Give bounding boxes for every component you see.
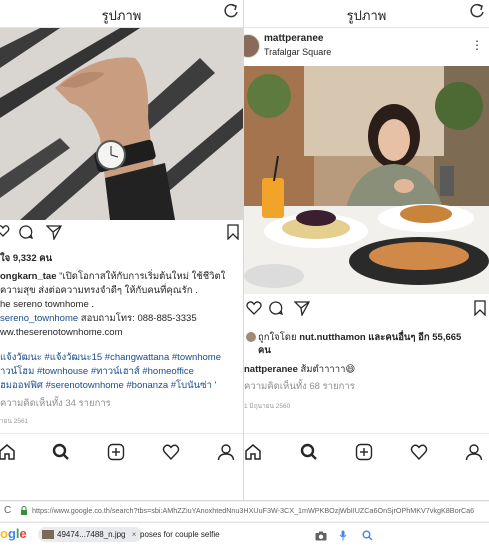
restaurant-photo-illustration	[244, 66, 489, 294]
watch-photo-illustration	[0, 28, 243, 220]
heart-icon[interactable]	[0, 224, 10, 238]
lock-icon	[21, 506, 27, 515]
refresh-icon[interactable]	[469, 3, 485, 19]
left-action-bar	[0, 222, 243, 246]
heart-icon[interactable]	[246, 300, 262, 316]
browser-chrome: C https://www.google.co.th/search?tbs=sb…	[0, 500, 489, 546]
share-icon[interactable]	[294, 300, 310, 316]
post-author-username[interactable]: mattperanee	[264, 33, 323, 44]
left-header: รูปภาพ	[0, 0, 243, 28]
liked-by-line-2: คน	[258, 345, 271, 356]
refresh-icon[interactable]	[223, 3, 239, 19]
liker-avatar[interactable]	[246, 332, 256, 343]
add-post-icon[interactable]	[355, 443, 373, 461]
right-header: รูปภาพ	[244, 0, 489, 28]
activity-heart-icon[interactable]	[162, 443, 180, 461]
hashtag-line-2[interactable]: าวน์โฮม #townhouse #ทาวน์เฮาส์ #homeoffi…	[0, 365, 194, 378]
reload-icon[interactable]: C	[4, 505, 11, 516]
post-date: ายน 2561	[0, 418, 29, 425]
post-location[interactable]: Trafalgar Square	[264, 47, 331, 57]
mic-icon[interactable]	[339, 530, 347, 541]
right-bottom-nav	[244, 433, 489, 472]
add-post-icon[interactable]	[107, 443, 125, 461]
search-image-chip[interactable]: 49474...7488_n.jpg ×	[38, 527, 143, 542]
bookmark-icon[interactable]	[226, 224, 240, 240]
google-search-bar: ogle 49474...7488_n.jpg × poses for coup…	[0, 522, 489, 546]
like-count[interactable]: ใจ 9,332 คน	[0, 252, 52, 265]
activity-heart-icon[interactable]	[410, 443, 428, 461]
camera-icon[interactable]	[315, 531, 327, 541]
chip-close-icon[interactable]: ×	[132, 530, 137, 539]
profile-icon[interactable]	[465, 443, 483, 461]
hashtag-line-3[interactable]: ฮมออฟฟิศ #serenotownhome #bonanza #โบนัน…	[0, 379, 216, 392]
home-icon[interactable]	[0, 443, 16, 461]
caption-line-3: he sereno townhome .	[0, 299, 95, 310]
post-date: 1 มิถุนายน 2560	[244, 403, 291, 410]
comment-icon[interactable]	[18, 224, 34, 240]
right-action-bar	[244, 298, 489, 322]
post-photo-watch	[0, 28, 243, 220]
post-photo-restaurant	[244, 66, 489, 294]
post-author-row: mattperanee Trafalgar Square ⋮	[244, 30, 489, 64]
website-line[interactable]: ww.theserenotownhome.com	[0, 326, 123, 339]
caption-phone-text: สอบถามโทร: 088-885-3335	[78, 313, 197, 324]
home-icon[interactable]	[244, 443, 262, 461]
view-comments-link[interactable]: ความคิดเห็นทั้ง 68 รายการ	[244, 380, 355, 393]
search-tools	[315, 528, 373, 546]
hashtag-line-1[interactable]: แจ้งวัฒนะ #แจ้งวัฒนะ15 #changwattana #to…	[0, 351, 221, 364]
caption-username[interactable]: nattperanee	[244, 364, 298, 375]
google-logo[interactable]: ogle	[0, 526, 27, 541]
caption-username[interactable]: ongkarn_tae	[0, 271, 57, 282]
bookmark-icon[interactable]	[473, 300, 487, 316]
caption-line-2: ความสุข ส่งต่อความทรงจำดีๆ ให้กับคนที่คุ…	[0, 285, 198, 296]
caption-line-1: ongkarn_tae "เปิดโอกาสให้กับการเริ่มต้นใ…	[0, 271, 226, 282]
search-icon[interactable]	[52, 443, 70, 461]
left-post-panel: รูปภาพ ใจ 9,332 คน ongkarn_tae "เปิดโอกา…	[0, 0, 243, 500]
right-caption: nattperanee ส้มตำาาาา😄	[244, 364, 356, 375]
url-text[interactable]: https://www.google.co.th/search?tbs=sbi:…	[32, 506, 474, 515]
search-icon[interactable]	[362, 530, 373, 541]
address-bar[interactable]: C https://www.google.co.th/search?tbs=sb…	[0, 502, 489, 521]
search-query-input[interactable]: poses for couple selfie	[140, 530, 220, 539]
more-options-icon[interactable]: ⋮	[471, 38, 483, 52]
profile-icon[interactable]	[217, 443, 235, 461]
search-icon[interactable]	[300, 443, 318, 461]
liked-by-line: ถูกใจโดย nut.nutthamon และคนอื่นๆ อีก 55…	[246, 331, 461, 344]
comment-icon[interactable]	[268, 300, 284, 316]
right-post-panel: รูปภาพ mattperanee Trafalgar Square ⋮ ถู…	[244, 0, 489, 500]
caption-line-4: sereno_townhome สอบถามโทร: 088-885-3335	[0, 312, 197, 325]
sereno-mention-link[interactable]: sereno_townhome	[0, 313, 78, 324]
left-header-title: รูปภาพ	[101, 8, 142, 23]
left-bottom-nav	[0, 433, 243, 472]
liker-username[interactable]: nut.nutthamon	[299, 332, 365, 343]
avatar[interactable]	[244, 34, 260, 58]
image-thumbnail	[42, 530, 54, 540]
view-comments-link[interactable]: ความคิดเห็นทั้ง 34 รายการ	[0, 397, 111, 410]
share-icon[interactable]	[46, 224, 62, 240]
right-header-title: รูปภาพ	[346, 8, 387, 23]
